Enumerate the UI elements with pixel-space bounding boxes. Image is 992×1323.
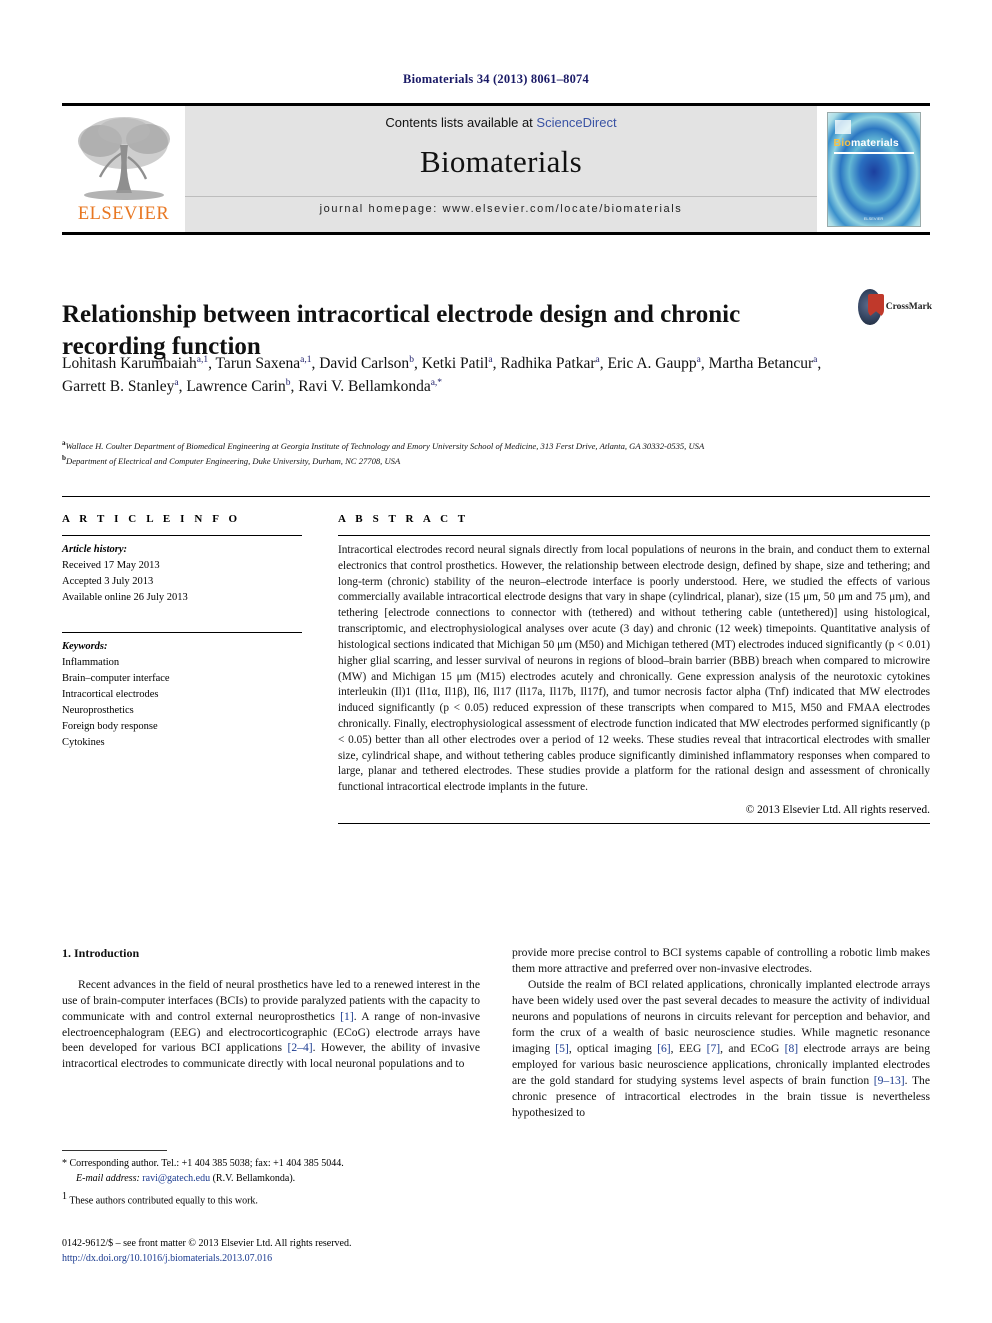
sciencedirect-link[interactable]: ScienceDirect <box>536 115 616 130</box>
elsevier-tree-icon: ELSEVIER <box>70 113 178 225</box>
abstract-column: A B S T R A C T Intracortical electrodes… <box>338 513 930 824</box>
footnote-rule <box>62 1150 167 1151</box>
contents-line: Contents lists available at ScienceDirec… <box>385 115 616 130</box>
keyword-item: Intracortical electrodes <box>62 688 159 700</box>
article-info-column: A R T I C L E I N F O Article history: R… <box>62 513 302 750</box>
keyword-item: Neuroprosthetics <box>62 704 134 716</box>
abstract-copyright: © 2013 Elsevier Ltd. All rights reserved… <box>745 804 930 816</box>
email-link[interactable]: ravi@gatech.edu <box>142 1173 210 1184</box>
article-info-rule <box>62 535 302 536</box>
journal-title: Biomaterials <box>419 144 582 179</box>
citation-ref[interactable]: [9–13] <box>874 1074 905 1087</box>
article-history-label: Article history: <box>62 544 128 555</box>
article-info-heading: A R T I C L E I N F O <box>62 513 241 525</box>
page-footer: 0142-9612/$ – see front matter © 2013 El… <box>62 1236 582 1266</box>
citation-ref[interactable]: [8] <box>785 1042 799 1055</box>
abstract-end-rule <box>338 823 930 824</box>
citation-ref[interactable]: [2–4] <box>288 1041 313 1054</box>
abstract-text: Intracortical electrodes record neural s… <box>338 544 930 794</box>
cover-footer: ELSEVIER <box>863 215 884 221</box>
keyword-item: Brain–computer interface <box>62 672 170 684</box>
keywords-rule <box>62 631 302 633</box>
history-item: Received 17 May 2013 <box>62 559 160 571</box>
publisher-logo: ELSEVIER <box>62 106 185 232</box>
section-title-introduction: 1. Introduction <box>62 946 140 960</box>
footnote-block: * Corresponding author. Tel.: +1 404 385… <box>62 1150 480 1209</box>
cover-rule <box>833 151 914 154</box>
abstract-heading: A B S T R A C T <box>338 513 469 525</box>
cover-image: Biomaterials ELSEVIER <box>826 111 921 227</box>
citation-ref[interactable]: [5] <box>555 1042 569 1055</box>
abstract-rule <box>338 535 930 536</box>
equal-contribution-text: These authors contributed equally to thi… <box>69 1195 258 1207</box>
article-history: Article history: Received 17 May 2013 Ac… <box>62 542 302 606</box>
keyword-item: Foreign body response <box>62 720 158 732</box>
keyword-item: Cytokines <box>62 736 105 748</box>
citation-ref[interactable]: [6] <box>657 1042 671 1055</box>
keywords-block: Keywords: Inflammation Brain–computer in… <box>62 639 302 751</box>
elsevier-wordmark: ELSEVIER <box>77 204 170 224</box>
author-list: Lohitash Karumbaiaha,1, Tarun Saxenaa,1,… <box>62 354 822 395</box>
crossmark-label: CrossMark <box>885 302 932 312</box>
cover-publisher-mark-icon <box>834 119 851 134</box>
doi-link[interactable]: http://dx.doi.org/10.1016/j.biomaterials… <box>62 1251 582 1266</box>
body-column-left: 1. Introduction Recent advances in the f… <box>62 945 480 1072</box>
footnote-equal-contribution: 1 These authors contributed equally to t… <box>62 1190 480 1209</box>
email-label: E-mail address: <box>76 1172 140 1184</box>
author-affiliations: aWallace H. Coulter Department of Biomed… <box>62 439 705 466</box>
cover-title-bio: Bio <box>833 136 852 149</box>
footnote-corresponding-author: * Corresponding author. Tel.: +1 404 385… <box>62 1157 480 1186</box>
keyword-item: Inflammation <box>62 656 120 668</box>
journal-masthead: ELSEVIER Contents lists available at Sci… <box>62 103 930 235</box>
running-head: Biomaterials 34 (2013) 8061–8074 <box>403 72 589 86</box>
history-item: Accepted 3 July 2013 <box>62 575 154 587</box>
masthead-center: Contents lists available at ScienceDirec… <box>185 106 817 232</box>
citation-ref[interactable]: [7] <box>707 1042 721 1055</box>
footnote-marker: 1 <box>62 1191 67 1202</box>
intro-paragraph: Recent advances in the field of neural p… <box>62 977 480 1071</box>
email-owner: (R.V. Bellamkonda). <box>212 1172 296 1184</box>
corresponding-text: * Corresponding author. Tel.: +1 404 385… <box>62 1158 344 1169</box>
issn-copyright-line: 0142-9612/$ – see front matter © 2013 El… <box>62 1238 352 1249</box>
journal-homepage-url[interactable]: journal homepage: www.elsevier.com/locat… <box>185 196 817 215</box>
keywords-label: Keywords: <box>62 640 108 652</box>
contents-prefix: Contents lists available at <box>385 115 537 130</box>
journal-cover-thumbnail: Biomaterials ELSEVIER <box>817 106 930 232</box>
crossmark-badge[interactable]: CrossMark <box>858 286 932 328</box>
crossmark-icon <box>858 289 882 325</box>
citation-ref[interactable]: [1] <box>340 1010 354 1023</box>
intro-paragraph-continued: provide more precise control to BCI syst… <box>512 946 930 975</box>
cover-title-rest: materials <box>851 136 899 149</box>
section-divider <box>62 496 930 497</box>
body-column-right: provide more precise control to BCI syst… <box>512 945 930 1121</box>
history-item: Available online 26 July 2013 <box>62 591 188 603</box>
cover-title: Biomaterials <box>834 137 899 149</box>
intro-paragraph: Outside the realm of BCI related applica… <box>512 977 931 1119</box>
article-page: Biomaterials 34 (2013) 8061–8074 ELSEVIE… <box>0 0 992 1323</box>
